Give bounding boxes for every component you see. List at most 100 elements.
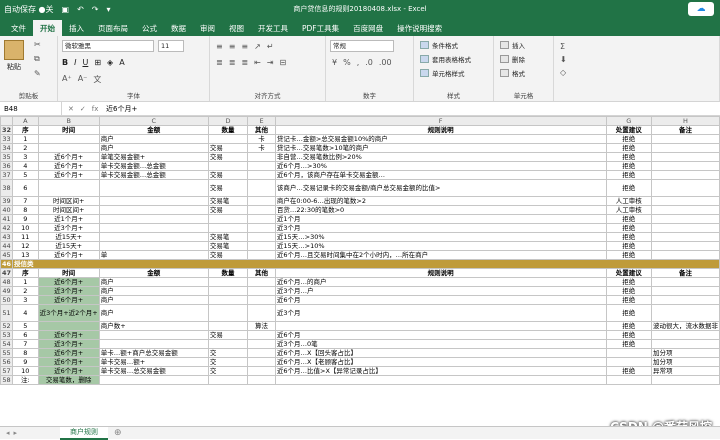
cell-other[interactable] (247, 179, 276, 197)
cell-action[interactable]: 拒绝 (605, 214, 652, 224)
cell-action[interactable]: 拒绝 (605, 286, 652, 296)
cell-seq[interactable]: 7 (12, 339, 39, 349)
tab-7[interactable]: 视图 (222, 20, 251, 36)
cell-note[interactable] (650, 375, 720, 385)
cell-note[interactable] (650, 277, 720, 287)
cell-count[interactable]: 交易笔 (207, 196, 249, 206)
cell-action[interactable]: 拒绝 (605, 277, 652, 287)
column-header[interactable]: F (274, 116, 607, 126)
cell-seq[interactable]: 7 (12, 196, 39, 206)
align-center-icon[interactable]: ≣ (229, 58, 236, 67)
cell-seq[interactable]: 1 (12, 277, 39, 287)
cell-action[interactable]: 拒绝 (605, 366, 652, 376)
cell-amount[interactable]: 商户 (98, 295, 209, 305)
cell-seq[interactable]: 4 (12, 304, 39, 322)
format-cells-button[interactable]: 格式 (500, 68, 525, 78)
increase-decimal-icon[interactable]: .0 (365, 58, 373, 67)
row-number[interactable]: 36 (0, 161, 14, 171)
cell-time[interactable] (37, 134, 100, 144)
cell-action[interactable]: 拒绝 (605, 223, 652, 233)
cell-seq[interactable]: 3 (12, 295, 39, 305)
section-label[interactable]: 授信类 (12, 259, 720, 269)
cell-time[interactable]: 近3个月+ (37, 223, 100, 233)
cell-action[interactable]: 人工审核 (605, 196, 652, 206)
row-number[interactable]: 48 (0, 277, 14, 287)
align-right-icon[interactable]: ≣ (241, 58, 248, 67)
header-cell[interactable]: 其他 (247, 268, 276, 278)
cell-time[interactable]: 近3个月+ (37, 339, 100, 349)
cell-seq[interactable]: 3 (12, 152, 39, 162)
cell-time[interactable]: 近6个月+ (37, 161, 100, 171)
tab-9[interactable]: PDF工具集 (295, 20, 346, 36)
cell-other[interactable] (247, 375, 276, 385)
column-header[interactable]: G (605, 116, 652, 126)
cell-amount[interactable]: 商户 (98, 277, 209, 287)
cell-note[interactable] (650, 152, 720, 162)
cell-other[interactable]: 卡 (247, 134, 276, 144)
cell-action[interactable]: 拒绝 (605, 250, 652, 260)
cell-time[interactable] (37, 143, 100, 153)
cell-seq[interactable]: 2 (12, 286, 39, 296)
italic-icon[interactable]: I (74, 58, 76, 67)
row-number[interactable]: 32 (0, 125, 14, 135)
tab-6[interactable]: 审阅 (193, 20, 222, 36)
underline-icon[interactable]: U (82, 58, 88, 67)
header-cell[interactable]: 金额 (98, 125, 209, 135)
header-cell[interactable]: 数量 (207, 125, 249, 135)
cell-note[interactable] (650, 179, 720, 197)
cell-count[interactable]: 交易笔 (207, 241, 249, 251)
cell-count[interactable]: 交易 (207, 330, 249, 340)
cell-note[interactable] (650, 214, 720, 224)
cell-rule[interactable]: 近6个月…X【老顾客占比】 (274, 357, 607, 367)
baidu-cloud-icon[interactable]: ☁ (688, 2, 714, 16)
worksheet-grid[interactable]: A B C D E F G H 32 序时间 金额 数量 其他 规则说明 处置建议 备注 33 1 商户卡贷记卡…金… (0, 116, 720, 426)
copy-icon[interactable]: ⧉ (34, 54, 41, 64)
header-cell[interactable]: 备注 (650, 125, 720, 135)
cell-count[interactable]: 交 (207, 357, 249, 367)
cell-amount[interactable]: 单笔交易金额+ (98, 152, 209, 162)
cell-time[interactable] (37, 321, 100, 331)
comma-icon[interactable]: , (357, 58, 360, 67)
cell-rule[interactable]: 近6个月 (274, 295, 607, 305)
cell-count[interactable]: 交 (207, 366, 249, 376)
cell-amount[interactable]: 单卡…额+商户总交易金额 (98, 348, 209, 358)
cell-time[interactable]: 近6个月+ (37, 366, 100, 376)
cell-time[interactable]: 近15天+ (37, 241, 100, 251)
insert-cells-button[interactable]: 插入 (500, 40, 525, 50)
cell-rule[interactable]: 贷记卡…交易笔数>10笔的商户 (274, 143, 607, 153)
row-number[interactable]: 42 (0, 223, 14, 233)
tab-2[interactable]: 插入 (62, 20, 91, 36)
cell-time[interactable] (37, 179, 100, 197)
cell-amount[interactable] (98, 223, 209, 233)
cell-note[interactable] (650, 196, 720, 206)
cell-note[interactable] (650, 161, 720, 171)
cell-note[interactable]: 异常项 (650, 366, 720, 376)
cell-seq[interactable]: 8 (12, 348, 39, 358)
cell-other[interactable] (247, 241, 276, 251)
currency-icon[interactable]: ¥ (332, 58, 337, 67)
cell-rule[interactable]: 近1个月 (274, 214, 607, 224)
cell-amount[interactable]: 单卡交易金额…总金额 (98, 161, 209, 171)
formula-input[interactable]: 近6个月+ (102, 104, 137, 114)
undo-icon[interactable]: ↶ (77, 5, 84, 14)
cell-seq[interactable]: 5 (12, 321, 39, 331)
cell-count[interactable] (207, 134, 249, 144)
cell-time[interactable]: 近6个月+ (37, 295, 100, 305)
cell-time[interactable]: 近6个月+ (37, 357, 100, 367)
cell-amount[interactable] (98, 179, 209, 197)
cell-other[interactable] (247, 357, 276, 367)
cell-other[interactable] (247, 250, 276, 260)
header-cell[interactable]: 序 (12, 125, 39, 135)
cell-amount[interactable] (98, 375, 209, 385)
autosum-icon[interactable]: Σ (560, 42, 567, 51)
header-cell[interactable]: 规则说明 (274, 125, 607, 135)
cell-note[interactable] (650, 134, 720, 144)
cell-action[interactable]: 拒绝 (605, 152, 652, 162)
customize-qat-icon[interactable]: ▾ (107, 5, 111, 14)
cell-time[interactable]: 近15天+ (37, 232, 100, 242)
column-header[interactable]: A (12, 116, 39, 126)
cell-note[interactable] (650, 241, 720, 251)
row-number[interactable]: 34 (0, 143, 14, 153)
cell-other[interactable] (247, 223, 276, 233)
row-number[interactable]: 44 (0, 241, 14, 251)
